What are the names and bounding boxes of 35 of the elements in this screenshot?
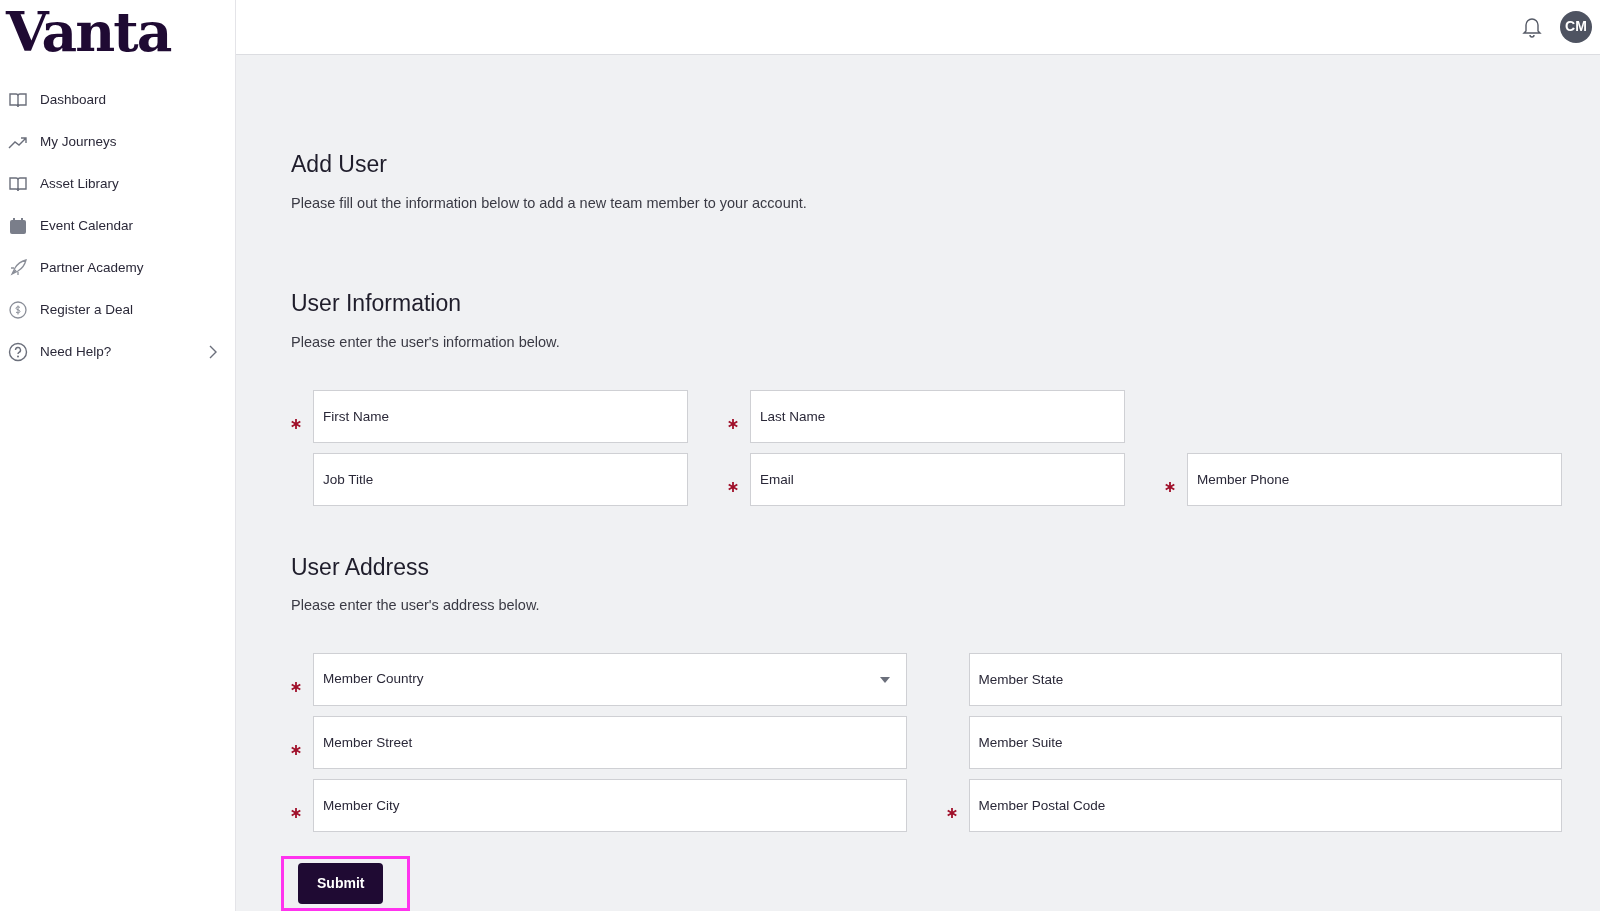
sidebar-item[interactable]: Asset Library [0,163,235,205]
input-field[interactable]: Job Title [313,452,688,506]
page-description: Please fill out the information below to add a new team member to your account. [291,193,808,213]
dollar-icon [8,300,28,320]
page-title: Add User [291,150,388,179]
sidebar-item[interactable]: Partner Academy [0,247,235,289]
sidebar-item[interactable]: Event Calendar [0,205,235,247]
input-field[interactable]: Member City [313,779,907,832]
section-description: Please enter the user's information below. [291,332,561,352]
user-avatar[interactable]: CM [1560,11,1592,43]
section-title: User Address [291,553,431,582]
sidebar-item[interactable]: Register a Deal [0,289,235,331]
caret-icon [879,676,890,683]
input-field[interactable]: Email [750,452,1125,506]
section-description: Please enter the user's address below. [291,596,541,616]
submit-button[interactable]: Submit [298,863,384,904]
rocket-icon [8,258,28,278]
book-icon [8,90,28,110]
book-icon [8,174,28,194]
calendar-icon [8,216,28,236]
bell-icon[interactable] [1522,16,1542,38]
input-field[interactable]: Member Suite [968,716,1562,769]
input-field[interactable]: Last Name [750,389,1125,443]
input-field[interactable]: Member Street [313,716,907,769]
sidebar-item[interactable]: Dashboard [0,79,235,121]
sidebar-item[interactable]: Need Help? [0,331,235,373]
input-field[interactable]: Member State [968,653,1562,706]
input-field[interactable]: Member Phone [1187,452,1562,506]
dropdown[interactable]: Member Country [313,653,907,706]
input-field[interactable]: First Name [313,389,688,443]
input-field[interactable]: Member Postal Code [968,779,1562,832]
help-icon [8,342,28,362]
vanta-logo[interactable]: Vanta [0,0,171,59]
section-title: User Information [291,290,462,318]
sidebar-item[interactable]: My Journeys [0,121,235,163]
